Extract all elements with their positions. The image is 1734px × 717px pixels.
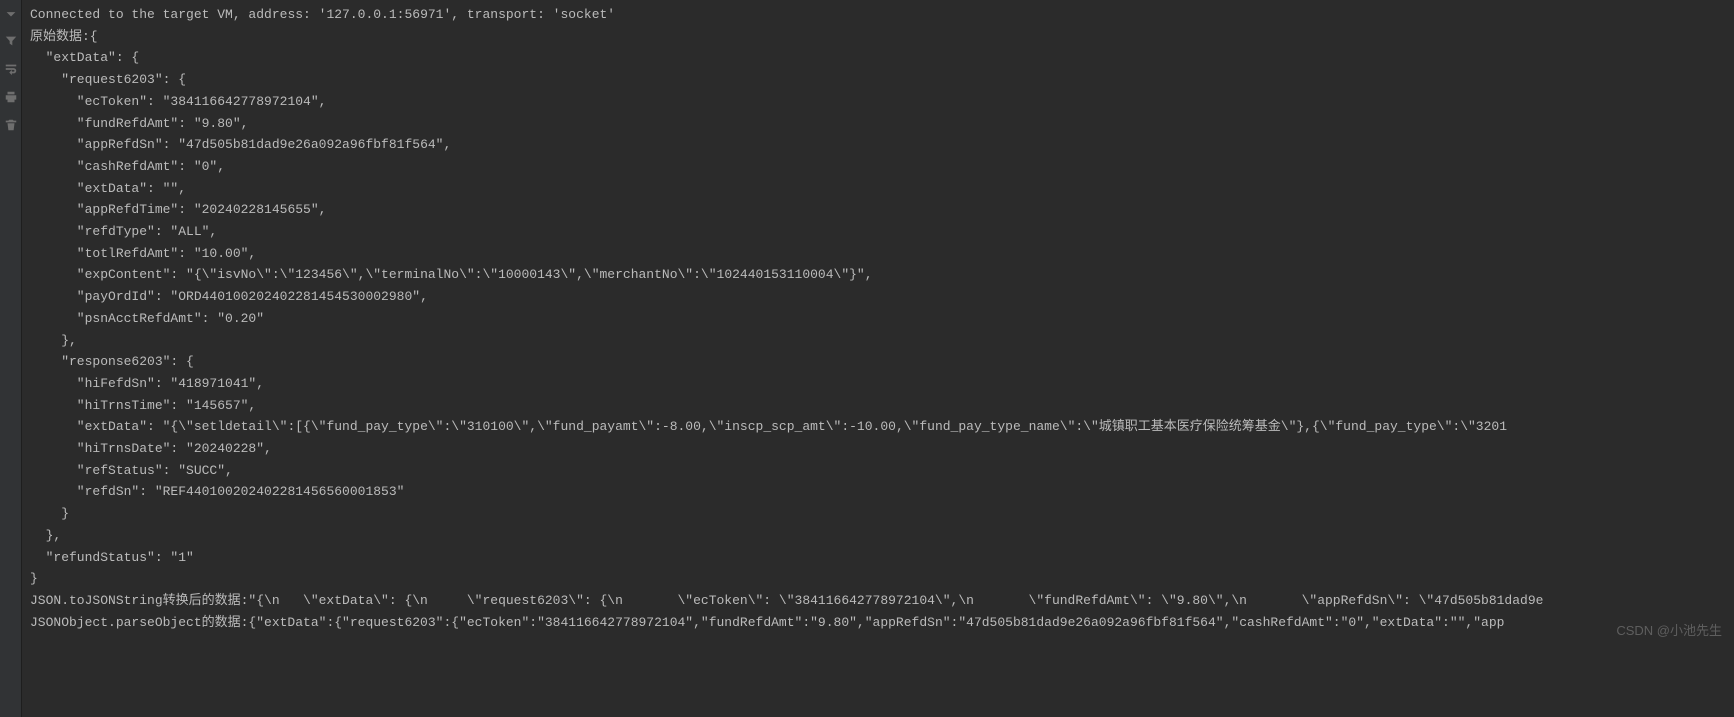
print-icon[interactable]	[3, 89, 19, 105]
wrap-text-icon[interactable]	[3, 61, 19, 77]
console-line: "payOrdId": "ORD440100202402281454530002…	[30, 286, 1726, 308]
console-line: "refundStatus": "1"	[30, 547, 1726, 569]
console-line: Connected to the target VM, address: '12…	[30, 4, 1726, 26]
console-line: "refStatus": "SUCC",	[30, 460, 1726, 482]
console-line: "cashRefdAmt": "0",	[30, 156, 1726, 178]
console-gutter	[0, 0, 22, 717]
console-line: "extData": "",	[30, 178, 1726, 200]
console-output[interactable]: Connected to the target VM, address: '12…	[22, 0, 1734, 717]
console-line: "extData": {	[30, 47, 1726, 69]
console-line: }	[30, 503, 1726, 525]
filter-icon[interactable]	[3, 33, 19, 49]
console-line: "appRefdSn": "47d505b81dad9e26a092a96fbf…	[30, 134, 1726, 156]
console-line: "extData": "{\"setldetail\":[{\"fund_pay…	[30, 416, 1726, 438]
console-line: "response6203": {	[30, 351, 1726, 373]
console-line: "hiTrnsDate": "20240228",	[30, 438, 1726, 460]
console-line: "refdSn": "REF44010020240228145656000185…	[30, 481, 1726, 503]
console-line: "psnAcctRefdAmt": "0.20"	[30, 308, 1726, 330]
console-line: "expContent": "{\"isvNo\":\"123456\",\"t…	[30, 264, 1726, 286]
arrow-down-icon[interactable]	[3, 5, 19, 21]
console-line: "totlRefdAmt": "10.00",	[30, 243, 1726, 265]
console-line: }	[30, 568, 1726, 590]
console-line: },	[30, 330, 1726, 352]
console-line: "request6203": {	[30, 69, 1726, 91]
console-line: JSONObject.parseObject的数据:{"extData":{"r…	[30, 612, 1726, 634]
trash-icon[interactable]	[3, 117, 19, 133]
console-line: 原始数据:{	[30, 26, 1726, 48]
console-line: },	[30, 525, 1726, 547]
console-line: "hiTrnsTime": "145657",	[30, 395, 1726, 417]
console-line: "fundRefdAmt": "9.80",	[30, 113, 1726, 135]
console-line: "refdType": "ALL",	[30, 221, 1726, 243]
console-line: "hiFefdSn": "418971041",	[30, 373, 1726, 395]
watermark-text: CSDN @小池先生	[1616, 620, 1722, 639]
console-line: "appRefdTime": "20240228145655",	[30, 199, 1726, 221]
console-line: JSON.toJSONString转换后的数据:"{\n \"extData\"…	[30, 590, 1726, 612]
console-line: "ecToken": "384116642778972104",	[30, 91, 1726, 113]
